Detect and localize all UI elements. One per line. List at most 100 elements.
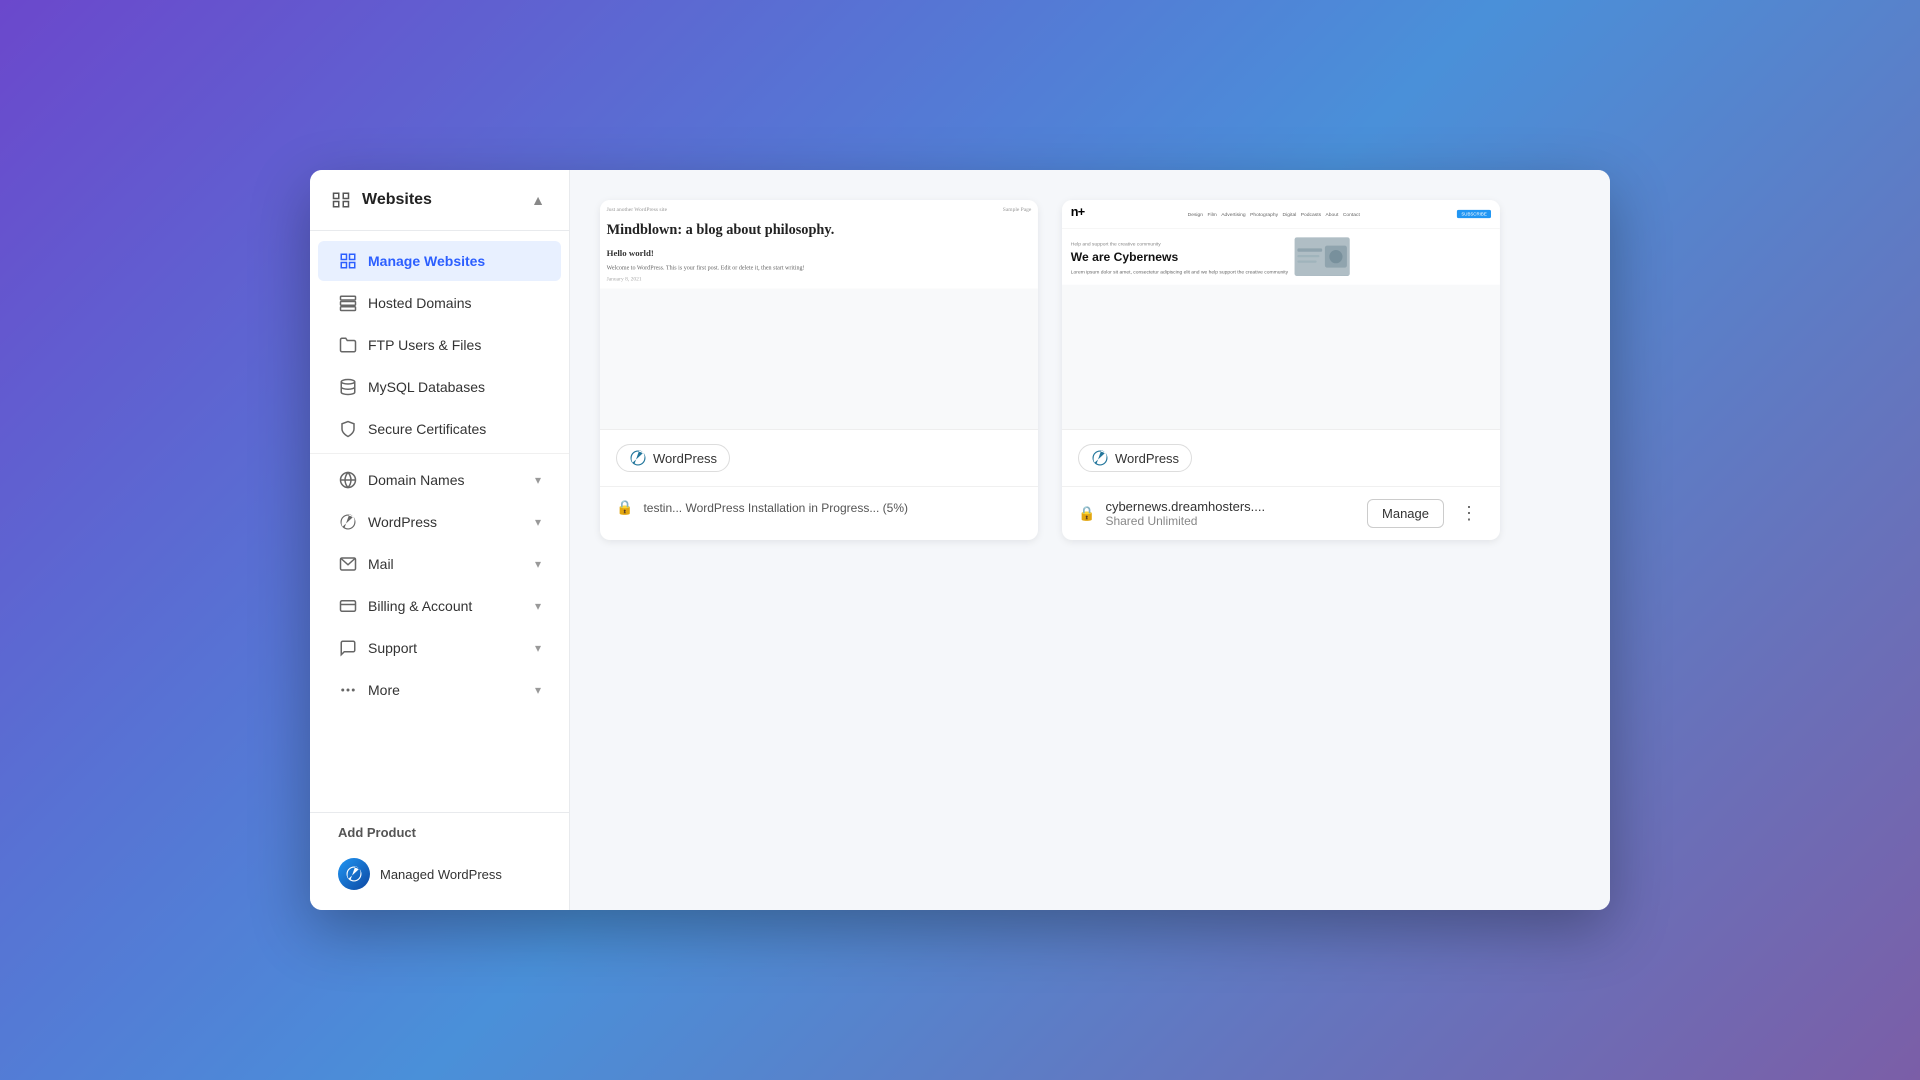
wordpress-icon [338,512,358,532]
site-card-cybernews: n+ Design Film Advertising Photography D… [1062,200,1500,540]
websites-icon [330,189,352,211]
sidebar-item-label: Manage Websites [368,253,541,269]
cybernews-logo: n+ [1071,204,1091,223]
sidebar-header: Websites ▲ [310,170,569,231]
folder-icon [338,335,358,355]
manage-button-cybernews[interactable]: Manage [1367,499,1444,528]
wordpress-badge-icon [629,449,647,467]
ssl-lock-icon-cybernews: 🔒 [1078,505,1095,522]
sidebar-item-label: WordPress [368,514,535,530]
sidebar-item-billing-account[interactable]: Billing & Account ▾ [318,586,561,626]
cybernews-hero-body: Lorem ipsum dolor sit amet, consectetur … [1071,269,1288,276]
cybernews-host-label: Shared Unlimited [1105,514,1357,528]
cards-grid: Just another WordPress site Sample Page … [600,200,1500,540]
chevron-down-icon: ▾ [535,557,541,571]
sidebar-item-label: Billing & Account [368,598,535,614]
cybernews-hero: Help and support the creative community … [1062,229,1500,285]
sidebar-item-label: MySQL Databases [368,379,541,395]
more-icon [338,680,358,700]
card-footer-cybernews: WordPress [1062,430,1500,486]
cybernews-subscribe-badge: SUBSCRIBE [1457,210,1491,218]
managed-wordpress-label: Managed WordPress [380,867,502,882]
sidebar-item-hosted-domains[interactable]: Hosted Domains [318,283,561,323]
sidebar-footer: Add Product Managed WordPress [310,812,569,910]
wp-blog-topbar-right: Sample Page [1003,207,1032,213]
more-options-button-cybernews[interactable]: ⋮ [1454,499,1484,528]
install-progress: testin... WordPress Installation in Prog… [643,501,1022,515]
sidebar-item-label: Mail [368,556,535,572]
wordpress-badge-cybernews: WordPress [1078,444,1192,472]
wordpress-badge: WordPress [616,444,730,472]
sidebar-item-more[interactable]: More ▾ [318,670,561,710]
grid-icon [338,251,358,271]
cybernews-preview: n+ Design Film Advertising Photography D… [1062,200,1500,285]
shield-icon [338,419,358,439]
sidebar-item-label: Domain Names [368,472,535,488]
support-icon [338,638,358,658]
sidebar-item-managed-wordpress[interactable]: Managed WordPress [330,850,549,898]
wp-blog-topbar-left: Just another WordPress site [607,207,667,213]
chevron-down-icon: ▾ [535,641,541,655]
site-card-testing: Just another WordPress site Sample Page … [600,200,1038,540]
sidebar-header-left: Websites [330,189,432,211]
cybernews-nav-links: Design Film Advertising Photography Digi… [1188,211,1360,217]
cybernews-hero-heading: We are Cybernews [1071,250,1288,265]
cybernews-site-info: cybernews.dreamhosters.... Shared Unlimi… [1105,499,1357,528]
wp-blog-title: Mindblown: a blog about philosophy. [607,221,1032,238]
sidebar-item-domain-names[interactable]: Domain Names ▾ [318,460,561,500]
card-footer-testing: WordPress [600,430,1038,486]
billing-icon [338,596,358,616]
wordpress-badge-icon-cybernews [1091,449,1109,467]
sidebar-title: Websites [362,191,432,209]
cybernews-site-url: cybernews.dreamhosters.... [1105,499,1357,514]
sidebar-item-label: Hosted Domains [368,295,541,311]
managed-wordpress-avatar [338,858,370,890]
globe-icon [338,470,358,490]
svg-text:n+: n+ [1071,205,1085,219]
app-window: Websites ▲ Manage Websites [310,170,1610,910]
wp-blog-post-title: Hello world! [607,249,1032,259]
card-bottom-cybernews: 🔒 cybernews.dreamhosters.... Shared Unli… [1062,486,1500,540]
sidebar-item-manage-websites[interactable]: Manage Websites [318,241,561,281]
card-preview-cybernews: n+ Design Film Advertising Photography D… [1062,200,1500,430]
cybernews-hero-image [1295,237,1350,276]
sidebar-collapse-button[interactable]: ▲ [527,188,549,212]
ssl-lock-icon: 🔒 [616,499,633,516]
sidebar-item-support[interactable]: Support ▾ [318,628,561,668]
site-url-display: testin... [643,501,682,515]
chevron-down-icon: ▾ [535,599,541,613]
main-content: Just another WordPress site Sample Page … [570,170,1610,910]
cybernews-hero-text: Help and support the creative community … [1071,238,1288,276]
install-status-display: WordPress Installation in Progress... (5… [685,501,908,515]
sidebar-item-label: Support [368,640,535,656]
wordpress-badge-label-cybernews: WordPress [1115,451,1179,466]
sidebar-item-label: FTP Users & Files [368,337,541,353]
card-bottom-testing: 🔒 testin... WordPress Installation in Pr… [600,486,1038,528]
cybernews-preview-inner: n+ Design Film Advertising Photography D… [1062,200,1500,429]
sidebar-nav: Manage Websites Hosted Domains [310,231,569,812]
nav-section-main: Domain Names ▾ WordPress ▾ [310,453,569,710]
sidebar-item-ftp-users[interactable]: FTP Users & Files [318,325,561,365]
server-icon [338,293,358,313]
cybernews-hero-subtext: Help and support the creative community [1071,241,1288,248]
chevron-down-icon: ▾ [535,683,541,697]
sidebar-item-wordpress[interactable]: WordPress ▾ [318,502,561,542]
sidebar-item-label: More [368,682,535,698]
wp-blog-preview: Just another WordPress site Sample Page … [600,200,1038,288]
sidebar-item-mysql-databases[interactable]: MySQL Databases [318,367,561,407]
mail-icon [338,554,358,574]
chevron-down-icon: ▾ [535,515,541,529]
sidebar-item-mail[interactable]: Mail ▾ [318,544,561,584]
sidebar: Websites ▲ Manage Websites [310,170,570,910]
cybernews-nav: n+ Design Film Advertising Photography D… [1062,200,1500,229]
wp-blog-topbar: Just another WordPress site Sample Page [607,207,1032,213]
sidebar-item-label: Secure Certificates [368,421,541,437]
wp-blog-post-date: January 8, 2021 [607,276,1032,282]
wp-blog-post-text: Welcome to WordPress. This is your first… [607,263,1032,272]
wordpress-badge-label: WordPress [653,451,717,466]
sidebar-item-secure-certificates[interactable]: Secure Certificates [318,409,561,449]
card-preview-blog: Just another WordPress site Sample Page … [600,200,1038,430]
add-product-label: Add Product [330,825,549,840]
blog-preview-inner: Just another WordPress site Sample Page … [600,200,1038,429]
database-icon [338,377,358,397]
